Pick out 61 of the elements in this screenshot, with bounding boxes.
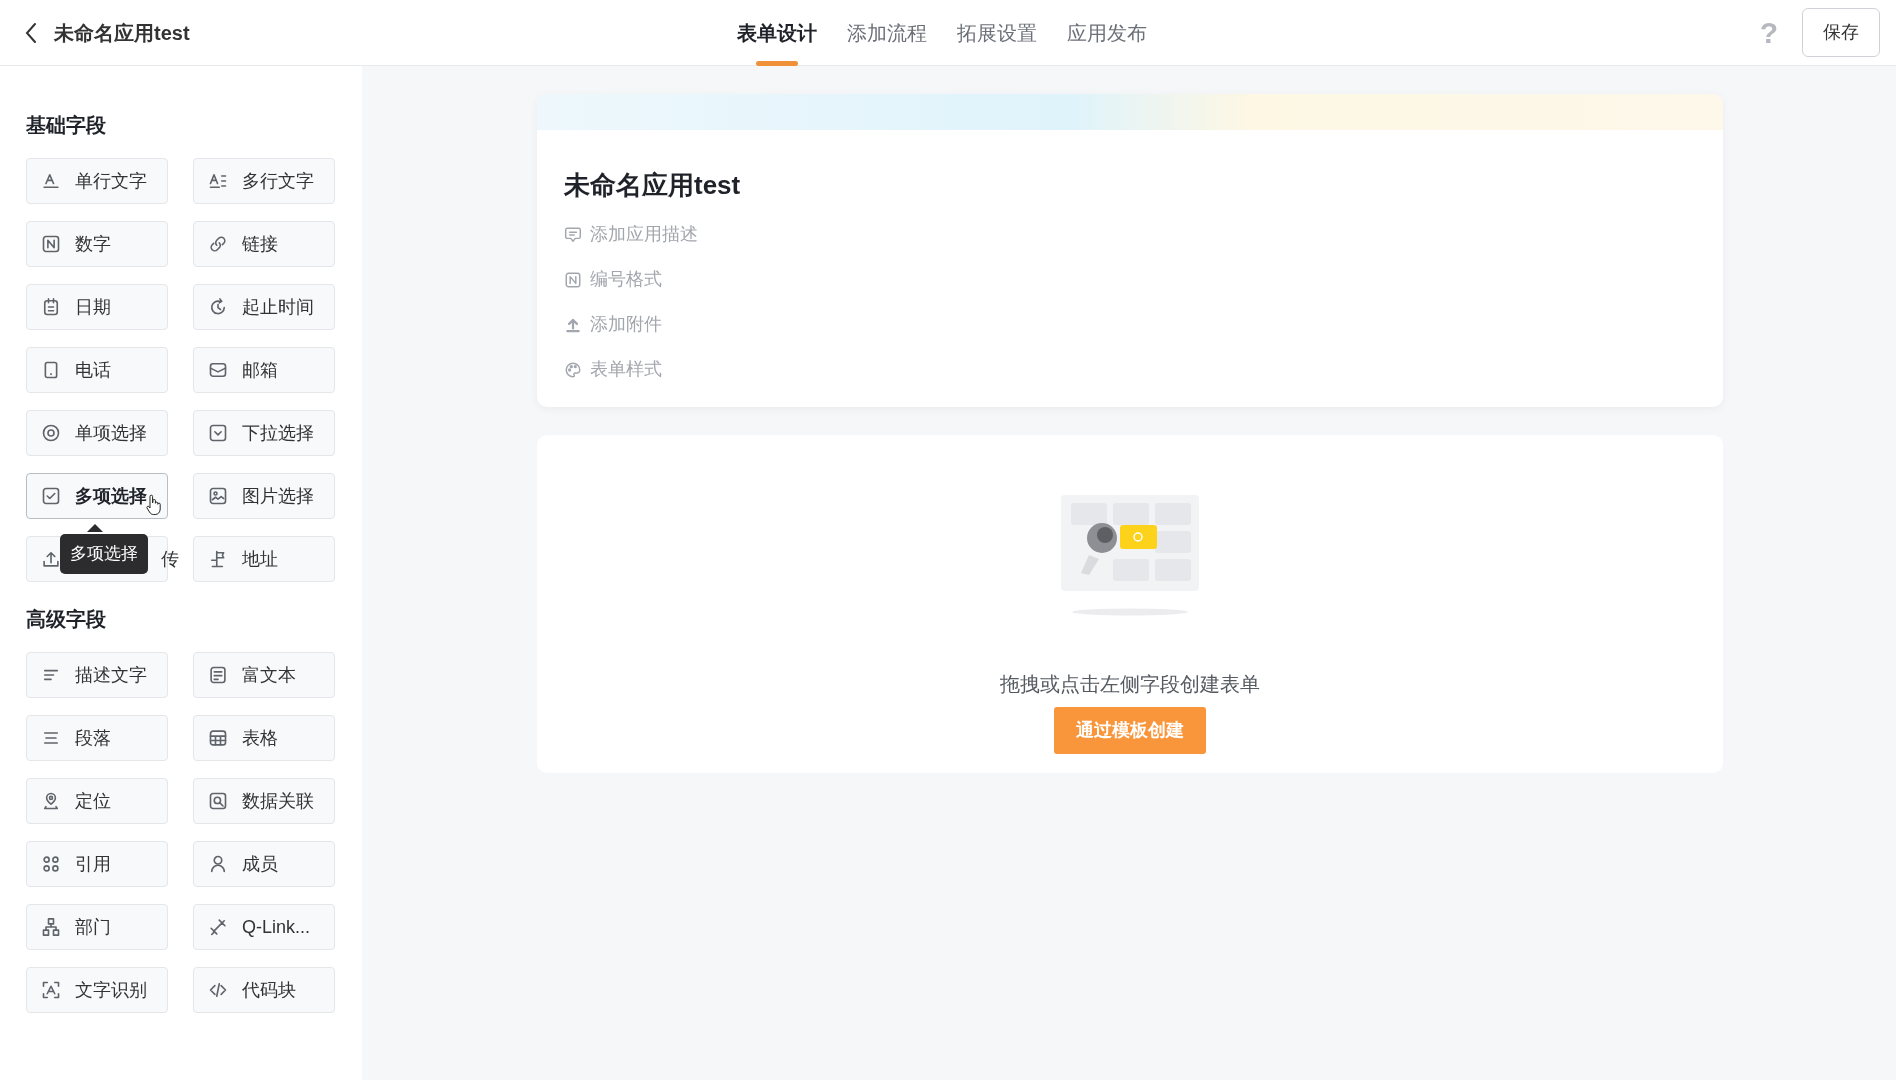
field-item[interactable]: 链接 — [193, 221, 335, 267]
search-icon — [208, 791, 228, 811]
table-icon — [208, 728, 228, 748]
field-item[interactable]: Q-Link... — [193, 904, 335, 950]
tab[interactable]: 添加流程 — [832, 0, 942, 66]
field-item[interactable]: 引用 — [26, 841, 168, 887]
tab[interactable]: 拓展设置 — [942, 0, 1052, 66]
link-icon — [208, 234, 228, 254]
section-title: 高级字段 — [26, 607, 107, 632]
upload-icon — [41, 549, 61, 569]
field-item[interactable]: 部门 — [26, 904, 168, 950]
back-icon[interactable] — [24, 21, 38, 44]
number-icon — [564, 270, 582, 289]
app-title: 未命名应用test — [54, 20, 190, 46]
section-title: 基础字段 — [26, 113, 107, 138]
field-item[interactable]: 成员 — [193, 841, 335, 887]
field-item[interactable]: 段落 — [26, 715, 168, 761]
location-pin-icon — [41, 791, 61, 811]
field-item[interactable]: 起止时间 — [193, 284, 335, 330]
field-item[interactable]: 电话 — [26, 347, 168, 393]
code-icon — [208, 980, 228, 1000]
document-icon — [208, 665, 228, 685]
field-item[interactable]: 文字识别 — [26, 967, 168, 1013]
checkbox-icon — [41, 486, 61, 506]
field-item[interactable]: 下拉选择 — [193, 410, 335, 456]
multiline-text-icon — [208, 171, 228, 191]
circles-icon — [41, 854, 61, 874]
number-icon — [41, 234, 61, 254]
field-item[interactable]: 日期 — [26, 284, 168, 330]
field-item[interactable]: 表格 — [193, 715, 335, 761]
field-item[interactable]: 代码块 — [193, 967, 335, 1013]
mail-icon — [208, 360, 228, 380]
scan-icon — [41, 980, 61, 1000]
field-item[interactable]: 单项选择 — [26, 410, 168, 456]
field-item[interactable]: 富文本 — [193, 652, 335, 698]
dropdown-icon — [208, 423, 228, 443]
field-item[interactable]: 邮箱 — [193, 347, 335, 393]
field-item[interactable]: 多行文字 — [193, 158, 335, 204]
tooltip: 多项选择 — [60, 534, 148, 574]
field-item[interactable]: 单行文字 — [26, 158, 168, 204]
form-title: 未命名应用test — [564, 169, 742, 202]
image-icon — [208, 486, 228, 506]
hand-cursor-icon — [145, 494, 163, 516]
save-button[interactable]: 保存 — [1802, 8, 1880, 57]
field-item[interactable]: 定位 — [26, 778, 168, 824]
text-icon — [41, 171, 61, 191]
clock-icon — [208, 297, 228, 317]
field-item[interactable]: 地址 — [193, 536, 335, 582]
field-item[interactable]: 描述文字 — [26, 652, 168, 698]
user-icon — [208, 854, 228, 874]
tab[interactable]: 应用发布 — [1052, 0, 1162, 66]
calendar-icon — [41, 297, 61, 317]
tab[interactable]: 表单设计 — [722, 0, 832, 66]
radio-icon — [41, 423, 61, 443]
empty-message: 拖拽或点击左侧字段创建表单 — [1000, 672, 1260, 697]
comment-icon — [564, 225, 582, 244]
field-item[interactable]: 图片选择 — [193, 473, 335, 519]
org-chart-icon — [41, 917, 61, 937]
palette-icon — [564, 360, 582, 379]
field-item[interactable]: 数据关联 — [193, 778, 335, 824]
field-item[interactable]: 数字 — [26, 221, 168, 267]
